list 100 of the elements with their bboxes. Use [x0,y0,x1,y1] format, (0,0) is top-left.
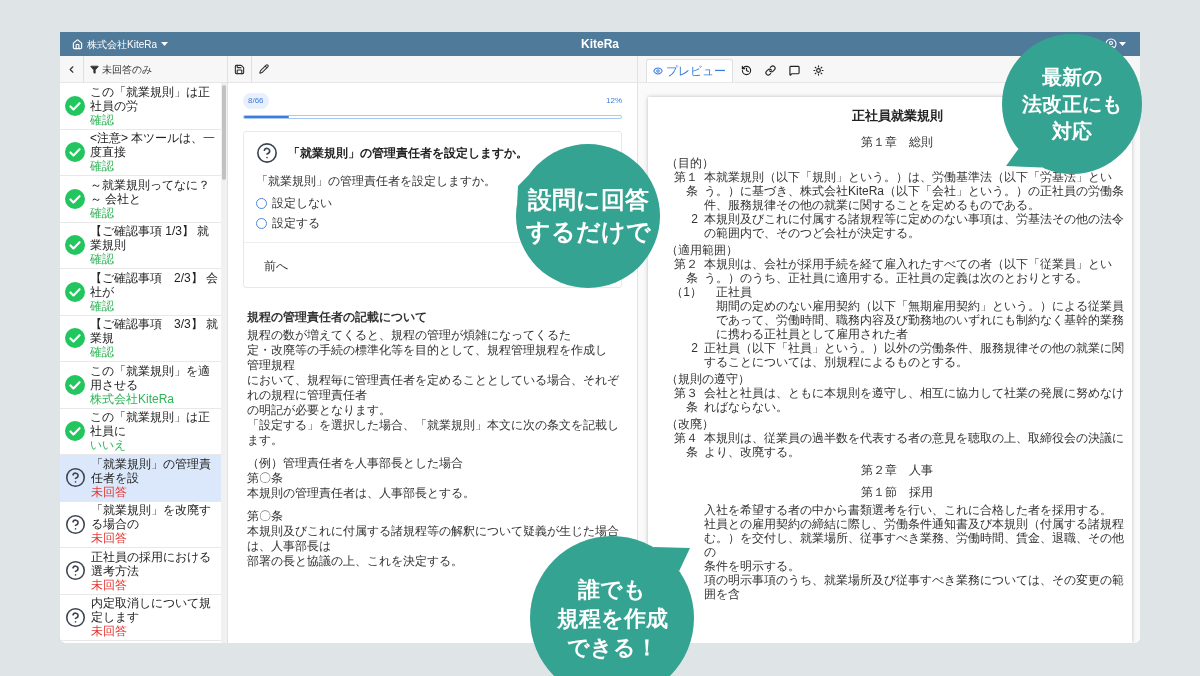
chapter-heading: 第１章 総則 [861,135,933,149]
question-circle-icon [65,606,86,628]
history-icon[interactable] [741,65,752,76]
link-icon[interactable] [765,65,776,76]
article-number: 第２条 [673,257,699,285]
question-title: この「就業規則」は正社員に [90,410,211,439]
answer-status: いいえ [90,438,127,453]
chapter-heading: 第１節 採用 [861,485,933,499]
question-title: 【ご確認事項 2/3】 会社が [90,270,219,299]
explanation-text: において、規程毎に管理責任者を定めることとしている場合、それぞれの規程に管理責任者 [247,373,619,403]
radio-option[interactable]: 設定する [256,214,320,232]
explanation-text: の明記が必要となります。 [247,403,392,418]
article-text: 正社員（以下「社員」という。）以外の労働条件、服務規律その他の就業に関することについては、別規程によるものとする。 [704,341,1125,369]
previous-button[interactable]: 前へ [264,257,288,275]
answer-status: 確認 [90,252,115,267]
question-heading: 「就業規則」の管理責任者を設定しますか。 [288,145,528,162]
question-list-item[interactable]: この「就業規則」は正社員の労 確認 [60,83,221,130]
home-icon [72,38,83,50]
radio-option[interactable]: 設定しない [256,194,332,212]
article-caption: （規則の遵守） [666,372,751,386]
question-title: 「就業規則」を改廃する場合の [91,503,212,532]
filter-icon [90,64,99,74]
answer-status: 確認 [90,345,115,360]
article-text: 会社と社員は、ともに本規則を遵守し、相互に協力して社業の発展に努めなければならない。 [704,386,1125,414]
article-text: む。）を交付し、就業場所、従事すべき業務、労働時間、賃金、退職、その他の [703,531,1125,559]
explanation-heading: 規程の管理責任者の記載について [247,310,428,325]
progress-count: 8/66 [243,93,269,109]
answer-status: 確認 [90,112,115,127]
bubble-text: 法改正にも [1022,91,1122,117]
question-list-item[interactable]: <注意> 本ツールは、一度直接 確認 [60,129,221,176]
check-circle-icon [65,421,85,442]
question-list-item[interactable]: 【ご確認事項 2/3】 会社が 確認 [60,269,221,316]
bubble-text: 誰でも [578,575,646,604]
question-icon [256,142,278,164]
question-circle-icon [65,467,86,489]
explanation-text: （例）管理責任者を人事部長とした場合 [247,456,464,471]
article-text: 社員との雇用契約の締結に際し、労働条件通知書及び本規則（付属する諸規程 [703,517,1125,531]
question-list-item[interactable]: 【ご確認事項 1/3】 就業規則 確認 [60,222,221,269]
article-caption: （適用範囲） [666,243,739,257]
caret-icon [161,42,168,46]
company-menu[interactable]: 株式会社KiteRa [72,36,168,52]
bubble-text: するだけで [525,217,651,247]
article-text: 入社を希望する者の中から書類選考を行い、これに合格した者を採用する。 [703,503,1113,517]
item-number: （1） [670,285,703,299]
question-list-item[interactable]: この「就業規則」を適用させる 株式会社KiteRa [60,362,221,409]
article-text: 本規則及びこれに付属する諸規程等に定めのない事項は、労基法その他の法令の範囲内で、そのつど会社が決定する。 [704,212,1125,240]
answer-status: 確認 [90,159,115,174]
article-number: 第１条 [673,170,699,200]
explanation-text: 定・改廃等の手続の標準化等を目的として、規程管理規程を作成し [247,343,607,358]
answer-status: 未回答 [91,624,128,639]
article-text: 条件を明示する。 [703,559,801,573]
preview-tab[interactable]: プレビュー [646,59,733,82]
question-title: この「就業規則」を適用させる [90,363,211,392]
question-title: 「就業規則」の管理責任者を設 [91,456,212,485]
explanation-text: 第〇条 [247,471,284,486]
bubble-text: 規程を作成 [556,604,668,633]
radio-button[interactable] [256,217,267,229]
pencil-icon [259,64,269,74]
question-title: ～就業規則ってなに？～ 会社と [90,177,211,206]
question-title: 内定取消しについて規定します [91,596,212,625]
question-list-item[interactable]: 内定取消しについて規定します 未回答 [60,594,221,641]
question-title: 【ご確認事項 3/3】 就業規 [90,317,219,346]
question-prompt: 「就業規則」の管理責任者を設定しますか。 [256,173,496,190]
bubble-text: 最新の [1042,64,1102,90]
sun-icon[interactable] [813,65,824,76]
check-circle-icon [65,95,85,116]
check-circle-icon [65,235,85,256]
question-list-item[interactable]: 「就業規則」を改廃する場合の 未回答 [60,501,221,548]
question-list-item[interactable]: 正社員の採用における選考方法 未回答 [60,548,221,595]
article-text: 項の明示事項のうち、就業場所及び従事すべき業務については、その変更の範囲を含 [703,573,1125,601]
comment-icon[interactable] [789,65,800,76]
article-number: 第４条 [673,431,699,459]
question-list-item[interactable]: 「就業規則」の管理責任者を設 未回答 [60,455,221,502]
chapter-heading: 第２章 人事 [861,463,933,477]
caret-icon [1119,42,1126,46]
answer-status: 確認 [90,205,115,220]
article-number: 2 [690,212,699,228]
article-text: 正社員 [716,285,752,299]
answer-status: 株式会社KiteRa [90,391,176,406]
document-title: 正社員就業規則 [851,109,943,123]
question-circle-icon [65,560,86,582]
question-list-item[interactable]: ～就業規則ってなに？～ 会社と 確認 [60,176,221,223]
explanation-text: 第〇条 [247,509,284,524]
question-list-item[interactable]: 【ご確認事項 3/3】 就業規 確認 [60,315,221,362]
question-circle-icon [65,513,86,535]
question-title: この「就業規則」は正社員の労 [90,84,211,113]
app-logo[interactable]: KiteRa [581,35,619,53]
scrollbar-thumb[interactable] [222,85,226,180]
bubble-text: 設問に回答 [527,185,649,215]
question-list-item[interactable]: この「就業規則」は正社員に いいえ [60,408,221,455]
bubble-text: 対応 [1052,118,1092,144]
radio-button[interactable] [256,197,267,209]
check-circle-icon [65,281,85,302]
article-text: 本規則は、会社が採用手続を経て雇入れたすべての者（以下「従業員」という。）のうち、正社員に適用する。正社員の定義は次のとおりとする。 [704,257,1113,285]
question-title: <注意> 本ツールは、一度直接 [90,131,217,160]
explanation-text: 規程の数が増えてくると、規程の管理が煩雑になってくるた [247,328,572,343]
answer-status: 確認 [90,298,115,313]
question-title: 正社員の採用における選考方法 [91,549,212,578]
check-circle-icon [65,142,85,163]
article-caption: （目的） [666,156,715,170]
